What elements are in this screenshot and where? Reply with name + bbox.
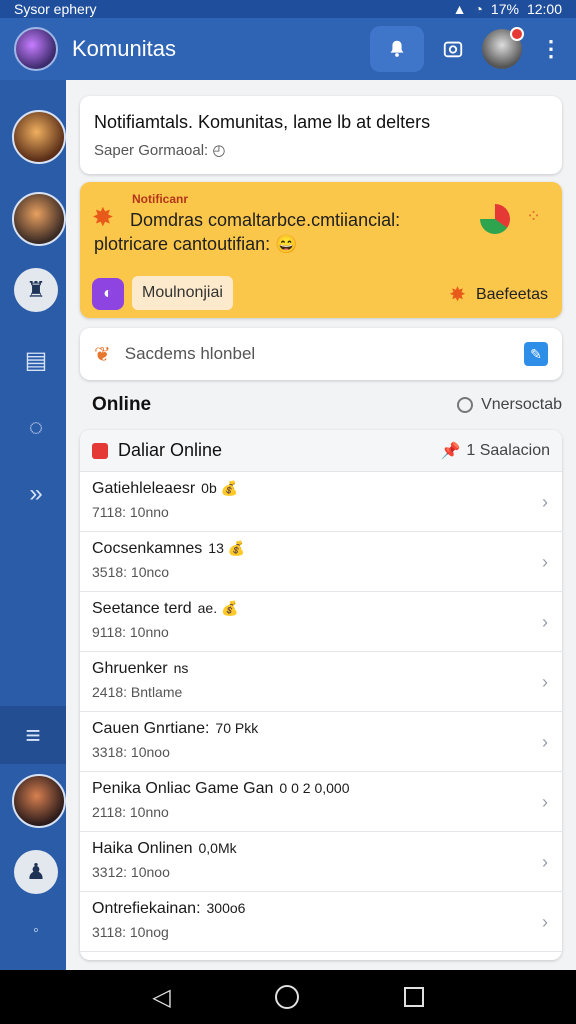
back-icon[interactable]: ◁ xyxy=(152,983,170,1012)
system-nav-bar: ◁ xyxy=(0,970,576,1024)
sidebar-pawn-icon[interactable]: ♟ xyxy=(14,850,58,894)
list-item[interactable]: Cauen Gnrtiane: 70 Pkk 3318: 10noo › xyxy=(80,712,562,772)
sidebar-avatar-1[interactable] xyxy=(12,110,66,164)
online-filter[interactable]: Vnersoctab xyxy=(457,396,562,414)
small-dot-icon[interactable]: ◦ xyxy=(0,922,72,940)
app-bar: Komunitas ⋮ xyxy=(0,18,576,80)
notification-card[interactable]: Notifiamtals. Komunitas, lame lb at delt… xyxy=(80,96,562,174)
edit-icon[interactable]: ✎ xyxy=(524,342,548,366)
online-list: Daliar Online 📌 1 Saalacion Gatiehleleae… xyxy=(80,430,562,960)
list-item[interactable]: Ontrefiekainan: 300o6 3118: 10nog › xyxy=(80,892,562,952)
list-item[interactable]: Gatiehleleaesr 0b 💰 7118: 10nno › xyxy=(80,472,562,532)
leaf-icon: ❦ xyxy=(94,343,111,366)
list-header-right: 1 Saalacion xyxy=(466,441,550,459)
app-logo[interactable] xyxy=(14,27,58,71)
chat-icon[interactable]: ◌ xyxy=(0,414,72,442)
list-header-action[interactable]: 📌 1 Saalacion xyxy=(440,441,550,461)
home-icon[interactable] xyxy=(275,985,300,1009)
sidebar-avatar-3[interactable] xyxy=(12,774,66,828)
promo-line-1: Domdras comaltarbce.cmtiiancial: xyxy=(130,210,401,230)
star-icon: ✸ xyxy=(92,202,114,232)
camera-icon[interactable] xyxy=(442,38,464,60)
pie-icon xyxy=(480,204,510,234)
app-title: Komunitas xyxy=(72,36,176,61)
unread-dot xyxy=(510,27,524,41)
promo-line-2: plotricare cantoutifian: 😄 xyxy=(94,234,298,254)
chevron-right-icon: › xyxy=(542,492,548,512)
hamburger-menu-icon[interactable]: ≡ xyxy=(0,706,66,764)
more-menu-icon[interactable]: ⋮ xyxy=(540,36,562,62)
promo-chip[interactable]: Moulnonjiai xyxy=(132,276,233,310)
list-header-label: Daliar Online xyxy=(118,440,223,460)
burst-icon: ✸ xyxy=(449,284,466,306)
sidebar-chess-icon[interactable]: ♜ xyxy=(14,268,58,312)
status-bar: Sysor ephery ▲ ◔ 17% 12:00 xyxy=(0,0,576,18)
app-badge-icon: ◐ xyxy=(92,278,124,310)
status-icons: ▲ ◔ 17% 12:00 xyxy=(453,1,562,17)
list-item[interactable]: Cocsenkamnes 13 💰 3518: 10nco › xyxy=(80,532,562,592)
notifications-button[interactable] xyxy=(370,26,424,72)
chevron-right-icon: › xyxy=(542,792,548,812)
list-item[interactable]: Seetance terd ae. 💰 9118: 10nno › xyxy=(80,592,562,652)
notification-subtitle: Saper Gormaoal: ◴ xyxy=(94,142,226,159)
battery-label: 17% xyxy=(490,1,519,17)
promo-card[interactable]: Notificanr ✸ Domdras comaltarbce.cmtiian… xyxy=(80,182,562,318)
notification-title: Notifiamtals. Komunitas, lame lb at delt… xyxy=(94,112,431,132)
time-label: 12:00 xyxy=(526,1,562,17)
promo-tag: Notificanr xyxy=(132,192,189,206)
online-heading: Online xyxy=(92,394,152,415)
signal-icon: ▲ xyxy=(452,1,467,17)
list-item[interactable]: Ghruenker ns 2418: Bntlame › xyxy=(80,652,562,712)
main-panel: Notifiamtals. Komunitas, lame lb at delt… xyxy=(66,80,576,970)
chevron-right-icon: › xyxy=(542,612,548,632)
chevron-right-icon: › xyxy=(542,912,548,932)
double-chevron-icon[interactable]: » xyxy=(0,480,72,508)
search-placeholder: Sacdems hlonbel xyxy=(124,344,256,363)
sidebar: ♜ ▤ ◌ » ≡ ♟ ◦ xyxy=(0,80,66,970)
promo-action-label: Baefeetas xyxy=(475,285,548,303)
radio-icon xyxy=(457,397,474,413)
sidebar-avatar-2[interactable] xyxy=(12,192,66,246)
bell-icon xyxy=(386,38,408,60)
list-item[interactable]: Haika Onlinen 0,0Mk 3312: 10noo › xyxy=(80,832,562,892)
recents-icon[interactable] xyxy=(403,987,424,1007)
pin-icon: 📌 xyxy=(440,442,461,460)
promo-action-button[interactable]: ✸ Baefeetas xyxy=(449,282,548,307)
wifi-icon: ◔ xyxy=(474,1,483,17)
clipboard-icon[interactable]: ▤ xyxy=(0,346,72,375)
list-header: Daliar Online 📌 1 Saalacion xyxy=(80,430,562,472)
chevron-right-icon: › xyxy=(542,552,548,572)
carrier-label: Sysor ephery xyxy=(14,1,97,17)
chevron-right-icon: › xyxy=(542,672,548,692)
dots-icon[interactable]: ⁘ xyxy=(526,206,543,227)
list-item[interactable]: Penika Onliac Game Gan 0 0 2 0,000 2118: … xyxy=(80,772,562,832)
clock-icon: ◴ xyxy=(212,142,226,159)
chevron-right-icon: › xyxy=(542,852,548,872)
chevron-right-icon: › xyxy=(542,732,548,752)
search-bar[interactable]: ❦ Sacdems hlonbel ✎ xyxy=(80,328,562,380)
app-bar-actions: ⋮ xyxy=(370,26,562,72)
profile-avatar[interactable] xyxy=(482,27,524,69)
flag-icon xyxy=(92,442,108,459)
online-filter-label: Vnersoctab xyxy=(481,396,562,413)
